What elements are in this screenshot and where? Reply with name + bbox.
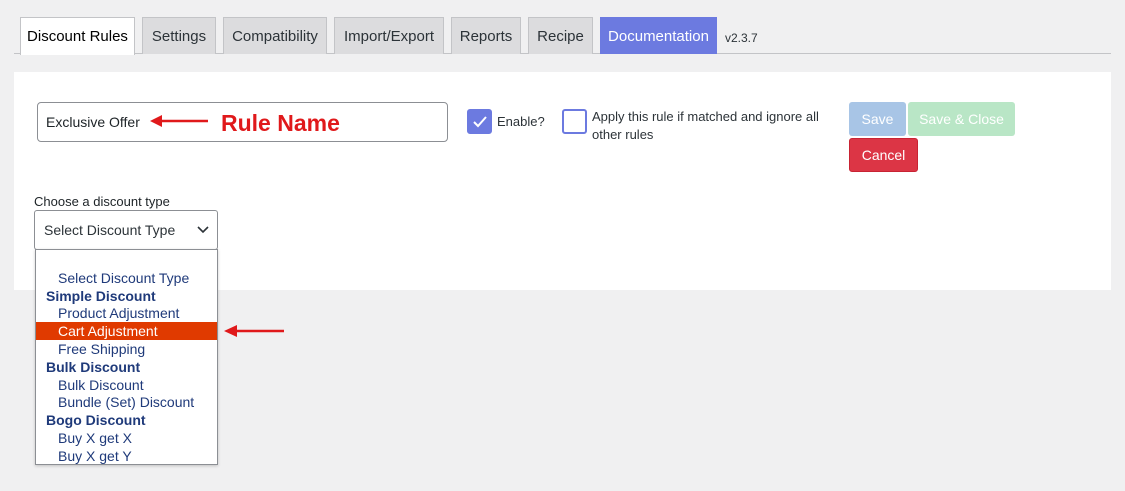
- option-cart-adjustment[interactable]: Cart Adjustment: [36, 322, 217, 340]
- checkmark-icon: [473, 116, 487, 128]
- apply-exclusive-label: Apply this rule if matched and ignore al…: [592, 109, 819, 142]
- discount-type-label: Choose a discount type: [34, 194, 170, 209]
- annotation-arrow-icon: [150, 115, 208, 127]
- optgroup-bogo-discount: Bogo Discount: [46, 412, 146, 428]
- tab-recipe[interactable]: Recipe: [528, 17, 593, 54]
- option-buy-x-get-y[interactable]: Buy X get Y: [36, 447, 217, 465]
- settings-tabs: Discount Rules Settings Compatibility Im…: [14, 17, 1111, 55]
- tab-compatibility[interactable]: Compatibility: [223, 17, 327, 54]
- discount-type-dropdown: Select Discount Type Simple Discount Pro…: [35, 249, 218, 465]
- annotation-arrow-icon: [224, 325, 284, 337]
- chevron-down-icon: [197, 226, 209, 234]
- apply-exclusive-checkbox[interactable]: [562, 109, 587, 134]
- discount-type-selected: Select Discount Type: [44, 222, 176, 238]
- discount-type-select[interactable]: Select Discount Type: [34, 210, 218, 250]
- enable-label: Enable?: [497, 114, 545, 129]
- optgroup-simple-discount: Simple Discount: [46, 288, 156, 304]
- option-free-shipping[interactable]: Free Shipping: [36, 340, 217, 358]
- save-button[interactable]: Save: [849, 102, 906, 136]
- tab-settings[interactable]: Settings: [142, 17, 216, 54]
- tab-reports[interactable]: Reports: [451, 17, 521, 54]
- cancel-button[interactable]: Cancel: [849, 138, 918, 172]
- option-select-discount-type[interactable]: Select Discount Type: [36, 269, 217, 287]
- rule-name-annotation: Rule Name: [221, 110, 340, 136]
- tab-discount-rules[interactable]: Discount Rules: [20, 17, 135, 55]
- tab-import-export[interactable]: Import/Export: [334, 17, 444, 54]
- version-label: v2.3.7: [725, 31, 758, 45]
- option-buy-x-get-x[interactable]: Buy X get X: [36, 429, 217, 447]
- optgroup-bulk-discount: Bulk Discount: [46, 359, 141, 375]
- tab-documentation[interactable]: Documentation: [600, 17, 717, 54]
- option-bundle-set-discount[interactable]: Bundle (Set) Discount: [36, 393, 217, 411]
- option-bulk-discount[interactable]: Bulk Discount: [36, 376, 217, 394]
- option-product-adjustment[interactable]: Product Adjustment: [36, 304, 217, 322]
- enable-checkbox[interactable]: [467, 109, 492, 134]
- save-close-button[interactable]: Save & Close: [908, 102, 1015, 136]
